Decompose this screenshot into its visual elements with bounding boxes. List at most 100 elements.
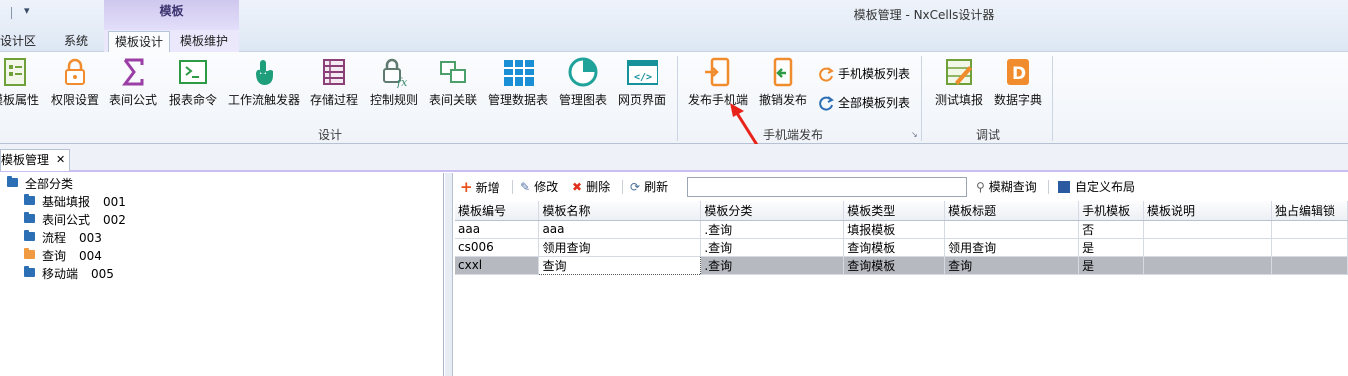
tab-template-design[interactable]: 模板设计 — [108, 31, 170, 53]
table-cell[interactable]: .查询 — [700, 238, 845, 257]
browser-code-icon: </> — [626, 56, 659, 88]
web-interface-label: 网页界面 — [617, 93, 666, 107]
grid-header-row: 模板编号 模板名称 模板分类 模板类型 模板标题 手机模板 模板说明 独占编辑锁 — [455, 201, 1348, 221]
web-interface-button[interactable]: </> 网页界面 — [614, 56, 670, 116]
control-rules-button[interactable]: fx 控制规则 — [366, 56, 422, 116]
tree-node[interactable]: 流程 003 — [24, 229, 102, 247]
table-cell[interactable] — [944, 220, 1080, 239]
table-cell[interactable]: 填报模板 — [843, 220, 946, 239]
folder-icon — [24, 212, 35, 223]
tree-node[interactable]: 移动端 005 — [24, 265, 114, 283]
tab-design-area[interactable]: 设计区 — [0, 31, 36, 52]
table-cell[interactable]: aaa — [455, 220, 540, 239]
table-cell[interactable]: cs006 — [455, 238, 540, 257]
table-row-selected[interactable]: cxxl 查询 .查询 查询模板 查询 是 — [455, 255, 1348, 275]
mobile-template-list-label: 手机模板列表 — [838, 67, 911, 81]
fuzzy-search-button[interactable]: ⚲ 模糊查询 — [976, 178, 1037, 196]
all-template-list-button[interactable]: 全部模板列表 — [818, 93, 910, 113]
add-button[interactable]: + 新增 — [460, 178, 500, 196]
delete-x-icon: ✖ — [572, 180, 583, 194]
table-cell[interactable]: 领用查询 — [944, 238, 1080, 257]
link-boxes-icon — [437, 56, 469, 88]
tree-node-selected[interactable]: 查询 004 — [24, 247, 102, 265]
lock-icon — [59, 56, 91, 88]
folder-open-icon — [24, 248, 35, 259]
report-command-button[interactable]: 报表命令 — [166, 56, 220, 116]
table-cell[interactable] — [1143, 220, 1272, 239]
search-input[interactable] — [687, 177, 967, 197]
manage-chart-button[interactable]: 管理图表 — [556, 56, 610, 116]
table-cell[interactable] — [1143, 238, 1272, 257]
table-cell[interactable]: .查询 — [700, 256, 845, 275]
doc-tab-template-manage[interactable]: 模板管理 ✕ — [0, 149, 70, 171]
revoke-mobile-icon — [767, 56, 799, 88]
tree-node-label: 基础填报 — [42, 195, 91, 209]
custom-layout-button[interactable]: 自定义布局 — [1058, 178, 1135, 196]
sigma-icon — [117, 56, 149, 88]
tab-system[interactable]: 系统 — [64, 31, 94, 52]
edit-button[interactable]: ✎ 修改 — [520, 178, 558, 196]
delete-button[interactable]: ✖ 删除 — [572, 178, 610, 196]
svg-text:</>: </> — [634, 72, 652, 83]
table-cell[interactable]: .查询 — [700, 220, 845, 239]
column-header[interactable]: 模板类型 — [843, 201, 946, 221]
table-cell-focused[interactable]: 查询 — [538, 255, 702, 275]
table-cell[interactable]: 是 — [1078, 238, 1145, 257]
title-bar: ▾ 模板 模板管理 - NxCells设计器 设计区 系统 模板设计 模板维护 — [0, 0, 1348, 53]
folder-icon — [7, 176, 18, 187]
permission-settings-button[interactable]: 权限设置 — [48, 56, 102, 116]
table-cell[interactable] — [1271, 220, 1348, 239]
tree-node[interactable]: 表间公式 002 — [24, 211, 126, 229]
test-fill-button[interactable]: 测试填报 — [932, 56, 986, 116]
table-cell[interactable] — [1143, 256, 1272, 275]
inter-table-formula-button[interactable]: 表间公式 — [106, 56, 160, 116]
table-cell[interactable]: 查询模板 — [843, 256, 946, 275]
table-cell[interactable]: 领用查询 — [538, 238, 702, 257]
tree-node-label: 移动端 — [42, 267, 79, 281]
dialog-launcher-icon[interactable]: ↘ — [911, 130, 918, 139]
tab-template-maintain[interactable]: 模板维护 — [180, 31, 236, 52]
table-cell[interactable] — [1271, 238, 1348, 257]
table-relation-button[interactable]: 表间关联 — [426, 56, 480, 116]
table-cell[interactable]: cxxl — [455, 256, 540, 275]
folder-icon — [24, 194, 35, 205]
column-header[interactable]: 模板说明 — [1143, 201, 1272, 221]
table-cell[interactable]: 查询 — [944, 256, 1080, 275]
tree-node-code: 005 — [91, 267, 114, 281]
table-cell[interactable]: 查询模板 — [843, 238, 946, 257]
tree-node-root[interactable]: 全部分类 — [7, 175, 73, 193]
refresh-button[interactable]: ⟳ 刷新 — [630, 178, 668, 196]
column-header[interactable]: 手机模板 — [1078, 201, 1145, 221]
column-header[interactable]: 模板编号 — [455, 201, 540, 221]
doc-tab-label: 模板管理 — [1, 153, 50, 167]
table-cell[interactable]: 否 — [1078, 220, 1145, 239]
table-row[interactable]: cs006 领用查询 .查询 查询模板 领用查询 是 — [455, 238, 1348, 257]
fuzzy-search-label: 模糊查询 — [988, 180, 1037, 194]
refresh-icon: ⟳ — [630, 180, 641, 194]
table-cell[interactable]: 是 — [1078, 256, 1145, 275]
manage-data-table-label: 管理数据表 — [487, 93, 548, 107]
close-icon[interactable]: ✕ — [56, 150, 65, 170]
pencil-icon: ✎ — [520, 180, 531, 194]
panel-splitter[interactable] — [445, 173, 453, 376]
template-properties-button[interactable]: 模板属性 — [0, 56, 44, 116]
manage-data-table-button[interactable]: 管理数据表 — [486, 56, 550, 116]
workflow-trigger-button[interactable]: 工作流触发器 — [226, 56, 302, 116]
tree-node-label: 表间公式 — [42, 213, 91, 227]
table-cell[interactable] — [1271, 256, 1348, 275]
table-row[interactable]: aaa aaa .查询 填报模板 否 — [455, 220, 1348, 239]
mobile-template-list-button[interactable]: 手机模板列表 — [818, 64, 910, 84]
table-cell[interactable]: aaa — [538, 220, 702, 239]
report-command-label: 报表命令 — [168, 93, 217, 107]
publish-mobile-icon — [702, 56, 734, 88]
column-header[interactable]: 模板名称 — [538, 201, 702, 221]
stored-procedure-button[interactable]: 存储过程 — [306, 56, 362, 116]
tree-node[interactable]: 基础填报 001 — [24, 193, 126, 211]
column-header[interactable]: 独占编辑锁 — [1271, 201, 1348, 221]
column-header[interactable]: 模板分类 — [700, 201, 845, 221]
plus-icon: + — [460, 178, 473, 196]
tree-node-code: 002 — [103, 213, 126, 227]
column-header[interactable]: 模板标题 — [944, 201, 1080, 221]
group-separator — [677, 56, 678, 141]
data-dictionary-button[interactable]: D 数据字典 — [990, 56, 1046, 116]
